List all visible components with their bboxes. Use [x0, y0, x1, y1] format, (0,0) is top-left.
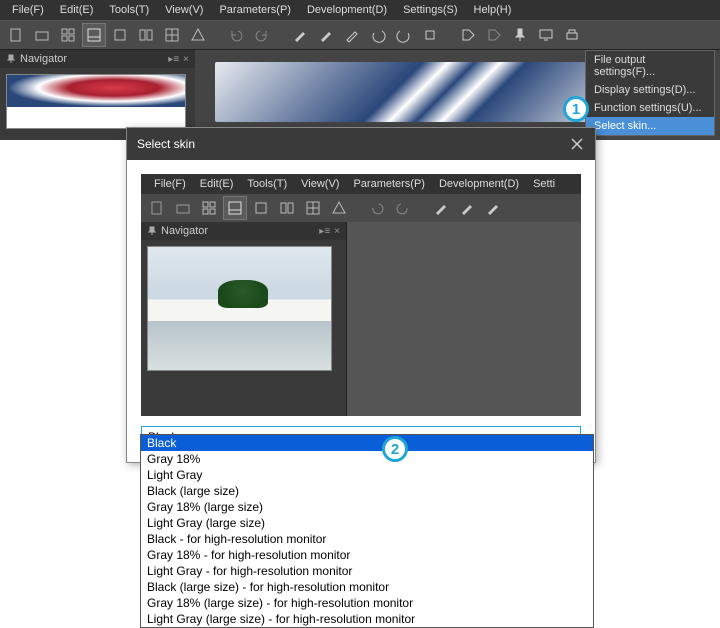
panel-close-icon: ×: [334, 226, 340, 237]
pin-icon: [147, 226, 157, 236]
panel-close-icon[interactable]: ×: [183, 54, 189, 65]
toolbar-rotate-left-icon[interactable]: [366, 23, 390, 47]
toolbar-split4-icon[interactable]: [160, 23, 184, 47]
pv-tb-redo-icon: [391, 196, 415, 220]
settings-function[interactable]: Function settings(U)...: [586, 99, 714, 117]
settings-file-output[interactable]: File output settings(F)...: [586, 51, 714, 81]
pin-icon: [6, 54, 16, 64]
toolbar-grid4-icon[interactable]: [56, 23, 80, 47]
toolbar-brush3-icon[interactable]: [340, 23, 364, 47]
preview-navigator-title: Navigator: [161, 225, 208, 237]
toolbar-tag2-icon[interactable]: [482, 23, 506, 47]
panel-menu-icon[interactable]: ▸≡: [168, 54, 179, 65]
dialog-titlebar: Select skin: [127, 128, 595, 160]
toolbar-crop-icon[interactable]: [418, 23, 442, 47]
dialog-title: Select skin: [137, 137, 195, 151]
preview-thumbnail: [147, 246, 332, 371]
skin-option[interactable]: Gray 18% - for high-resolution monitor: [141, 547, 593, 563]
preview-content: [346, 222, 581, 416]
dialog-close-button[interactable]: [569, 136, 585, 152]
skin-option[interactable]: Light Gray (large size): [141, 515, 593, 531]
skin-option[interactable]: Black (large size): [141, 483, 593, 499]
preview-navigator: Navigator ▸≡ ×: [141, 222, 346, 416]
menu-view[interactable]: View(V): [157, 3, 211, 17]
preview-toolbar: [141, 194, 581, 222]
pv-tb-brush1-icon: [429, 196, 453, 220]
menu-file[interactable]: File(F): [4, 3, 52, 17]
skin-option[interactable]: Light Gray - for high-resolution monitor: [141, 563, 593, 579]
menu-development[interactable]: Development(D): [299, 3, 395, 17]
settings-select-skin[interactable]: Select skin...: [586, 117, 714, 135]
toolbar-open-icon[interactable]: [30, 23, 54, 47]
skin-option[interactable]: Black (large size) - for high-resolution…: [141, 579, 593, 595]
navigator-header: Navigator ▸≡ ×: [0, 50, 195, 68]
close-icon: [571, 138, 583, 150]
main-toolbar: [0, 20, 720, 50]
toolbar-undo-icon[interactable]: [224, 23, 248, 47]
toolbar-split2-icon[interactable]: [134, 23, 158, 47]
menu-edit[interactable]: Edit(E): [52, 3, 102, 17]
menu-settings[interactable]: Settings(S): [395, 3, 465, 17]
skin-option[interactable]: Gray 18% (large size) - for high-resolut…: [141, 595, 593, 611]
preview-menu-parameters: Parameters(P): [346, 177, 432, 191]
toolbar-warning-icon[interactable]: [186, 23, 210, 47]
panel-menu-icon: ▸≡: [319, 226, 330, 237]
skin-preview: File(F) Edit(E) Tools(T) View(V) Paramet…: [141, 174, 581, 416]
pv-tb-split4-icon: [301, 196, 325, 220]
navigator-title: Navigator: [20, 53, 67, 65]
settings-display[interactable]: Display settings(D)...: [586, 81, 714, 99]
menu-tools[interactable]: Tools(T): [101, 3, 157, 17]
menu-help[interactable]: Help(H): [466, 3, 520, 17]
toolbar-new-icon[interactable]: [4, 23, 28, 47]
skin-option[interactable]: Black - for high-resolution monitor: [141, 531, 593, 547]
pv-tb-warning-icon: [327, 196, 351, 220]
navigator-thumbnail[interactable]: [6, 74, 186, 129]
toolbar-redo-icon[interactable]: [250, 23, 274, 47]
skin-option[interactable]: Gray 18%: [141, 451, 593, 467]
pv-tb-new-icon: [145, 196, 169, 220]
menu-parameters[interactable]: Parameters(P): [211, 3, 299, 17]
toolbar-brush2-icon[interactable]: [314, 23, 338, 47]
toolbar-layout-icon[interactable]: [82, 23, 106, 47]
skin-option[interactable]: Light Gray (large size) - for high-resol…: [141, 611, 593, 627]
pv-tb-layout-icon: [223, 196, 247, 220]
preview-menu-edit: Edit(E): [193, 177, 241, 191]
pv-tb-brush2-icon: [455, 196, 479, 220]
preview-menu-file: File(F): [147, 177, 193, 191]
toolbar-monitor-icon[interactable]: [534, 23, 558, 47]
settings-menu: File output settings(F)... Display setti…: [585, 50, 715, 136]
skin-listbox[interactable]: BlackGray 18%Light GrayBlack (large size…: [140, 434, 594, 628]
pv-tb-split2-icon: [275, 196, 299, 220]
toolbar-pin-icon[interactable]: [508, 23, 532, 47]
preview-menu-development: Development(D): [432, 177, 526, 191]
callout-2: 2: [382, 436, 408, 462]
select-skin-dialog: Select skin File(F) Edit(E) Tools(T) Vie…: [126, 127, 596, 463]
skin-option[interactable]: Gray 18% (large size): [141, 499, 593, 515]
skin-option[interactable]: Black: [141, 435, 593, 451]
preview-menu-view: View(V): [294, 177, 346, 191]
toolbar-print-icon[interactable]: [560, 23, 584, 47]
pv-tb-single-icon: [249, 196, 273, 220]
callout-1: 1: [563, 96, 589, 122]
main-menubar: File(F) Edit(E) Tools(T) View(V) Paramet…: [0, 0, 720, 20]
toolbar-tag-icon[interactable]: [456, 23, 480, 47]
toolbar-rotate-right-icon[interactable]: [392, 23, 416, 47]
preview-menu-tools: Tools(T): [240, 177, 294, 191]
preview-menu-settings: Setti: [526, 177, 562, 191]
pv-tb-open-icon: [171, 196, 195, 220]
pv-tb-grid-icon: [197, 196, 221, 220]
toolbar-single-icon[interactable]: [108, 23, 132, 47]
pv-tb-brush3-icon: [481, 196, 505, 220]
toolbar-brush1-icon[interactable]: [288, 23, 312, 47]
skin-option[interactable]: Light Gray: [141, 467, 593, 483]
pv-tb-undo-icon: [365, 196, 389, 220]
preview-menubar: File(F) Edit(E) Tools(T) View(V) Paramet…: [141, 174, 581, 194]
